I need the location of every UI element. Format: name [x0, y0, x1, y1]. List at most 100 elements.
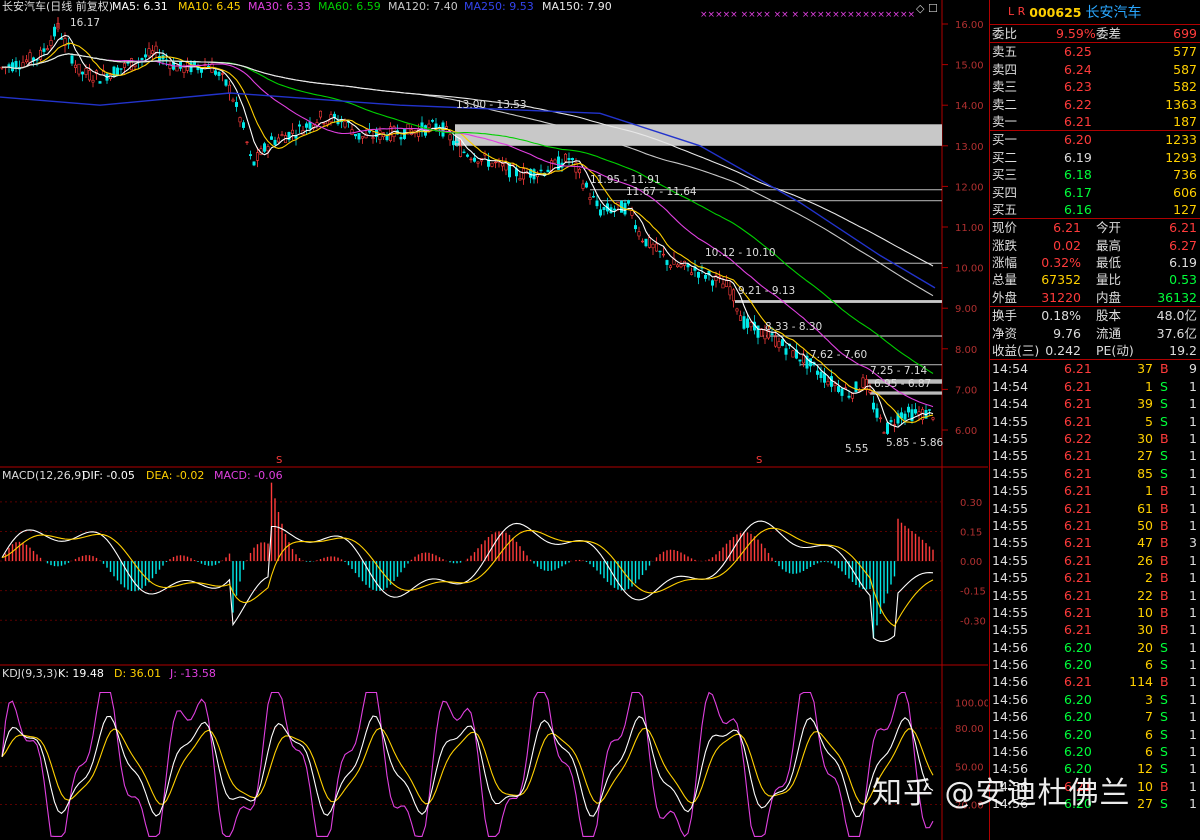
tick-price: 6.21 — [1064, 587, 1092, 603]
price-axis-label: 14.00 — [955, 101, 984, 112]
candle-body — [38, 49, 42, 60]
candle-body — [269, 136, 273, 140]
kdj-title: KDJ(9,3,3) — [2, 667, 58, 680]
price-zone-bar — [700, 262, 942, 264]
ask-row: 卖三 6.23 582 — [990, 78, 1200, 95]
tick-price: 6.21 — [1064, 361, 1092, 377]
ask-volume: 1363 — [1165, 96, 1197, 112]
margin-mark: L R — [1008, 5, 1026, 18]
tick-volume: 6 — [1145, 726, 1153, 742]
tick-side: S — [1160, 761, 1168, 777]
candle-body — [11, 62, 15, 72]
price-axis-label: 8.00 — [955, 345, 977, 356]
candle-body — [539, 169, 543, 172]
watermark: 知乎 @安迪杜佛兰 — [872, 776, 1131, 811]
candle-body — [658, 250, 662, 253]
tick-count: 1 — [1189, 622, 1197, 638]
candle-body — [784, 348, 788, 355]
tick-volume: 6 — [1145, 657, 1153, 673]
candle-body — [570, 158, 574, 161]
tick-count: 1 — [1189, 552, 1197, 568]
candle-body — [500, 163, 504, 167]
tick-side: B — [1160, 570, 1169, 586]
tick-count: 3 — [1189, 535, 1197, 551]
macd-title: MACD(12,26,9) — [2, 469, 86, 482]
tick-volume: 50 — [1137, 517, 1153, 533]
price-axis-label: 16.00 — [955, 20, 984, 31]
candle-body — [308, 121, 312, 129]
candle-body — [14, 61, 18, 69]
bid-price: 6.20 — [1064, 132, 1092, 148]
candle-body — [45, 48, 49, 51]
tick-side: B — [1160, 622, 1169, 638]
candle-body — [602, 207, 606, 211]
tick-row: 14:55 6.22 30 B 1 — [990, 430, 1200, 447]
tick-price: 6.20 — [1064, 657, 1092, 673]
candle-body — [675, 264, 679, 268]
stat-label: 股本 — [1096, 308, 1122, 324]
tick-time: 14:56 — [992, 674, 1029, 690]
candle-body — [490, 162, 494, 167]
bid-price: 6.18 — [1064, 167, 1092, 183]
stat-row: 涨幅 0.32% 最低 6.19 — [990, 254, 1200, 271]
candle-body — [598, 209, 602, 216]
candle-body — [654, 243, 658, 252]
ma120-label: MA120: 7.40 — [388, 0, 458, 13]
weibi-value: 9.59% — [1056, 26, 1096, 41]
tick-side: B — [1160, 604, 1169, 620]
candle-body — [21, 62, 25, 68]
ask-row: 卖二 6.22 1363 — [990, 96, 1200, 113]
ma5-label: MA5: 6.31 — [112, 0, 168, 13]
bid-row: 买五 6.16 127 — [990, 201, 1200, 218]
macd-axis-label: -0.15 — [960, 587, 986, 598]
candle-body — [304, 123, 308, 128]
expand-icon[interactable]: ◇ ☐ — [916, 2, 938, 15]
macd-axis-label: 0.15 — [960, 527, 982, 538]
ma5-line — [1, 34, 934, 428]
candle-body — [801, 355, 805, 364]
candle-body — [885, 422, 889, 434]
weicha-value: 699 — [1173, 26, 1197, 41]
tick-side: S — [1160, 639, 1168, 655]
stat-value: 67352 — [1041, 272, 1081, 288]
candle-body — [42, 48, 46, 52]
stat-label: 最高 — [1096, 237, 1122, 253]
tick-time: 14:56 — [992, 744, 1029, 760]
tick-count: 1 — [1189, 413, 1197, 429]
candle-body — [133, 64, 137, 67]
tick-row: 14:56 6.20 6 S 1 — [990, 726, 1200, 743]
bid-row: 买四 6.17 606 — [990, 184, 1200, 201]
tick-row: 14:55 6.21 27 S 1 — [990, 447, 1200, 464]
stat-row: 外盘 31220 内盘 36132 — [990, 289, 1200, 306]
ask-label: 卖三 — [992, 79, 1018, 95]
kline-chart-area[interactable]: 长安汽车(日线 前复权) MA5: 6.31 MA10: 6.45 MA30: … — [0, 0, 988, 840]
candle-body — [214, 70, 218, 75]
tick-price: 6.21 — [1064, 570, 1092, 586]
candle-body — [252, 161, 256, 166]
candle-body — [238, 117, 242, 123]
candle-body — [70, 55, 74, 64]
zone-label: 6.95 - 6.87 — [874, 378, 931, 390]
tick-count: 1 — [1189, 691, 1197, 707]
candle-body — [791, 350, 795, 358]
tick-side: B — [1160, 483, 1169, 499]
tick-volume: 7 — [1145, 709, 1153, 725]
kdj-axis-label: 100.00 — [955, 699, 988, 710]
candle-body — [353, 133, 357, 137]
stat-row: 收益(三) 0.242 PE(动) 19.2 — [990, 342, 1200, 359]
tick-volume: 22 — [1137, 587, 1153, 603]
price-axis-label: 10.00 — [955, 264, 984, 275]
candle-body — [595, 200, 599, 207]
tick-volume: 114 — [1129, 674, 1153, 690]
candle-body — [661, 253, 665, 256]
candle-body — [469, 158, 473, 161]
candle-body — [847, 395, 851, 398]
tick-list[interactable]: 14:54 6.21 37 B 9 14:54 6.21 1 S 1 14:54 6… — [990, 360, 1200, 812]
zone-label: 7.62 - 7.60 — [810, 349, 867, 361]
candle-body — [581, 183, 585, 189]
candle-body — [553, 159, 557, 164]
tick-count: 1 — [1189, 483, 1197, 499]
tick-time: 14:55 — [992, 587, 1029, 603]
quote-header: L R 000625 长安汽车 — [990, 0, 1200, 25]
kdj-d-label: D: 36.01 — [114, 667, 161, 680]
